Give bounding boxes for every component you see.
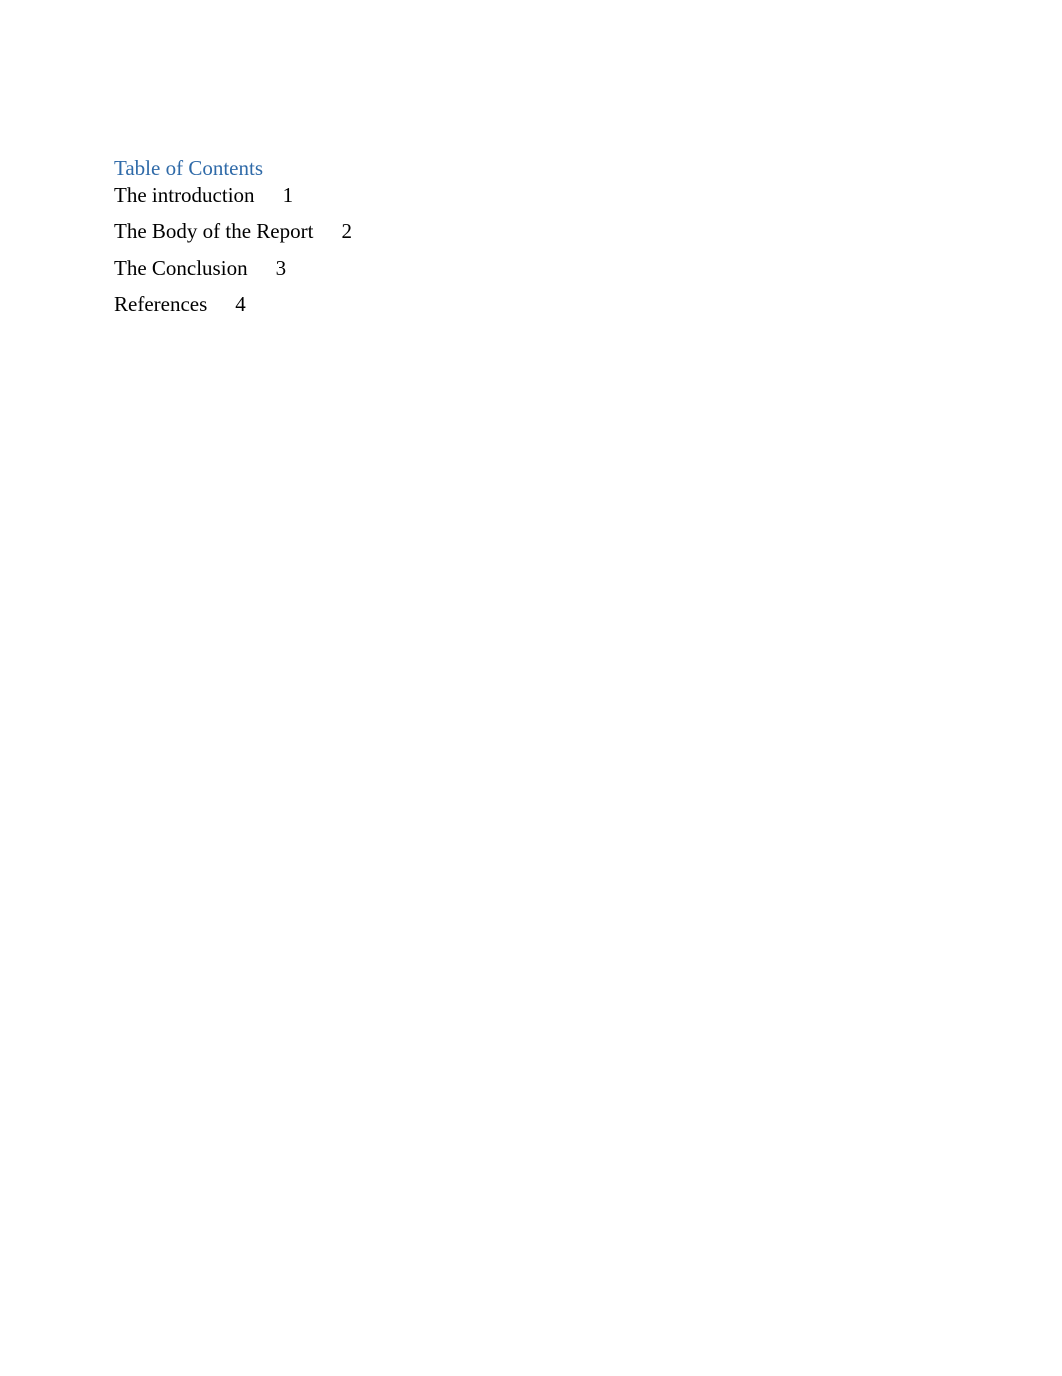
toc-entry-title: The Body of the Report <box>114 219 313 244</box>
document-page: Table of Contents The introduction 1 The… <box>0 0 1062 323</box>
toc-entry-page: 1 <box>283 183 294 208</box>
toc-entry: The Conclusion 3 <box>114 251 1062 287</box>
toc-entry: The introduction 1 <box>114 183 1062 214</box>
toc-entry-page: 3 <box>276 256 287 281</box>
toc-entry-title: References <box>114 292 207 317</box>
toc-entry-page: 2 <box>341 219 352 244</box>
toc-entry-page: 4 <box>235 292 246 317</box>
toc-entry: The Body of the Report 2 <box>114 214 1062 250</box>
toc-list: The introduction 1 The Body of the Repor… <box>114 183 1062 323</box>
toc-entry-title: The introduction <box>114 183 255 208</box>
toc-entry-title: The Conclusion <box>114 256 248 281</box>
toc-heading: Table of Contents <box>114 156 1062 181</box>
toc-entry: References 4 <box>114 287 1062 323</box>
